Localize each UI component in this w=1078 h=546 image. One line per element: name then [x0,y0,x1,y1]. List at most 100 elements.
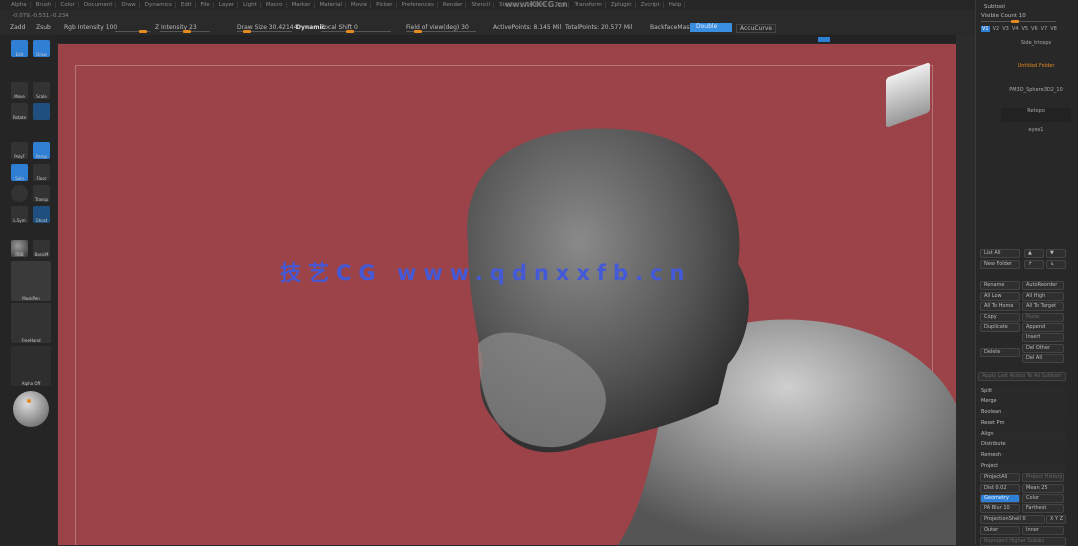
all-high-button[interactable]: All High [1022,292,1064,301]
menu-document[interactable]: Document [81,2,117,8]
edit-button[interactable]: Edit [11,40,28,57]
draw-size-track[interactable] [237,30,292,33]
farthest-button[interactable]: Farthest [1022,504,1064,513]
merge-button[interactable]: Merge [978,398,1066,407]
autoreorder-button[interactable]: AutoReorder [1022,281,1064,290]
subtool-item[interactable]: Retopo [1001,108,1071,122]
align-button[interactable]: Align [978,431,1066,440]
project-history-button[interactable]: Project History [1022,473,1064,482]
menu-stencil[interactable]: Stencil [468,2,495,8]
material-rbb[interactable]: RBB [11,240,28,257]
dist-button[interactable]: Dist 0.02 [980,484,1020,493]
accucurve-button[interactable]: AccuCurve [736,24,777,33]
zsub-button[interactable]: Zsub [36,24,51,31]
color-button[interactable]: Color [1022,494,1064,503]
outer-button[interactable]: Outer [980,526,1020,535]
distribute-button[interactable]: Distribute [978,441,1066,450]
subtool-item[interactable]: Side_triceps [1001,40,1071,54]
floor-button[interactable]: Floor [33,164,50,181]
menu-transform[interactable]: Transform [571,2,606,8]
menu-help[interactable]: Help [666,2,686,8]
duplicate-button[interactable]: Duplicate [980,323,1020,332]
rgb-intensity-track[interactable] [115,30,150,33]
menu-light[interactable]: Light [240,2,261,8]
lsym-button[interactable]: L.Sym [11,206,28,223]
projection-shell-button[interactable]: ProjectionShell 0 [980,515,1045,524]
list-all-button[interactable]: List All [980,249,1020,258]
append-button[interactable]: Append [1022,323,1064,332]
del-all-button[interactable]: Del All [1022,354,1064,363]
menu-preferences[interactable]: Preferences [399,2,438,8]
pa-blur-button[interactable]: PA Blur 10 [980,504,1020,513]
version-tab-v3[interactable]: V3 [1002,26,1009,32]
menu-brush[interactable]: Brush [33,2,56,8]
menu-render[interactable]: Render [440,2,467,8]
menu-edit[interactable]: Edit [178,2,196,8]
visible-count-slider[interactable]: Visible Count 10 [981,13,1026,19]
menu-movie[interactable]: Movie [348,2,372,8]
all-to-target-button[interactable]: All To Target [1022,302,1064,311]
menu-zscript[interactable]: Zscript [638,2,664,8]
move-button[interactable]: Move [11,82,28,99]
version-tab-v7[interactable]: V7 [1041,26,1048,32]
version-tab-v2[interactable]: V2 [993,26,1000,32]
menu-layer[interactable]: Layer [216,2,239,8]
backface-mask-label[interactable]: BackfaceMask [650,24,693,31]
scale-button[interactable]: Scale [33,82,50,99]
zadd-button[interactable]: Zadd [10,24,25,31]
menu-marker[interactable]: Marker [289,2,315,8]
new-folder-button[interactable]: New Folder [980,260,1020,269]
arrow-right-icon[interactable]: ↱ [1024,260,1044,269]
material-basic[interactable]: BasicM [33,240,50,257]
subtool-item[interactable]: PM3D_Sphere3D2_10 [1001,87,1071,101]
all-to-home-button[interactable]: All To Home [980,302,1020,311]
material-sphere-icon[interactable] [13,391,49,427]
persp-button[interactable]: Persp [33,142,50,159]
remesh-button[interactable]: Remesh [978,452,1066,461]
solo-button[interactable]: Solo [11,164,28,181]
rgb-intensity-slider[interactable]: Rgb Intensity 100 [64,24,117,31]
paste-button[interactable]: Paste [1022,313,1064,322]
split-button[interactable]: Split [978,388,1066,397]
move-up-icon[interactable]: ▲ [1024,249,1044,258]
del-other-button[interactable]: Del Other [1022,344,1064,353]
copy-button[interactable]: Copy [980,313,1020,322]
menu-material[interactable]: Material [317,2,346,8]
menu-picker[interactable]: Picker [373,2,397,8]
double-button[interactable]: Double [690,23,732,32]
delete-button[interactable]: Delete [980,348,1020,357]
local-button[interactable] [11,185,28,202]
version-tab-v4[interactable]: V4 [1012,26,1019,32]
subtool-item[interactable]: Untitled Folder [1001,63,1071,77]
ghost-button[interactable]: Ghost [33,206,50,223]
apply-last-button[interactable]: Apply Last Action To All Subtool [978,372,1066,381]
viewport-canvas[interactable]: + [58,44,956,545]
version-tab-v1[interactable]: V1 [981,26,990,32]
stroke-button[interactable]: FreeHand [11,303,51,343]
project-all-button[interactable]: ProjectAll [980,473,1020,482]
z-intensity-track[interactable] [160,30,210,33]
gizmo-button[interactable] [33,103,50,120]
alpha-button[interactable]: Alpha Off [11,346,51,386]
menu-macro[interactable]: Macro [263,2,287,8]
rotate-button[interactable]: Rotate [11,103,28,120]
inner-button[interactable]: Inner [1022,526,1064,535]
rename-button[interactable]: Rename [980,281,1020,290]
subtool-item[interactable]: eyes1 [1001,127,1071,141]
menu-draw[interactable]: Draw [118,2,140,8]
remesh-pm-button[interactable]: Reset Pm [978,420,1066,429]
arrow-down-right-icon[interactable]: ↳ [1046,260,1066,269]
geometry-button[interactable]: Geometry [980,494,1020,503]
version-tab-v5[interactable]: V5 [1021,26,1028,32]
all-low-button[interactable]: All Low [980,292,1020,301]
menu-dynamics[interactable]: Dynamics [142,2,176,8]
focal-shift-track[interactable] [321,30,391,33]
move-down-icon[interactable]: ▼ [1046,249,1066,258]
menu-color[interactable]: Color [58,2,79,8]
project-button[interactable]: Project [978,463,1066,472]
insert-button[interactable]: Insert [1022,333,1064,342]
mean-button[interactable]: Mean 25 [1022,484,1064,493]
boolean-button[interactable]: Boolean [978,409,1066,418]
polyf-button[interactable]: PolyF [11,142,28,159]
brush-button[interactable]: MaskPen [11,261,51,301]
